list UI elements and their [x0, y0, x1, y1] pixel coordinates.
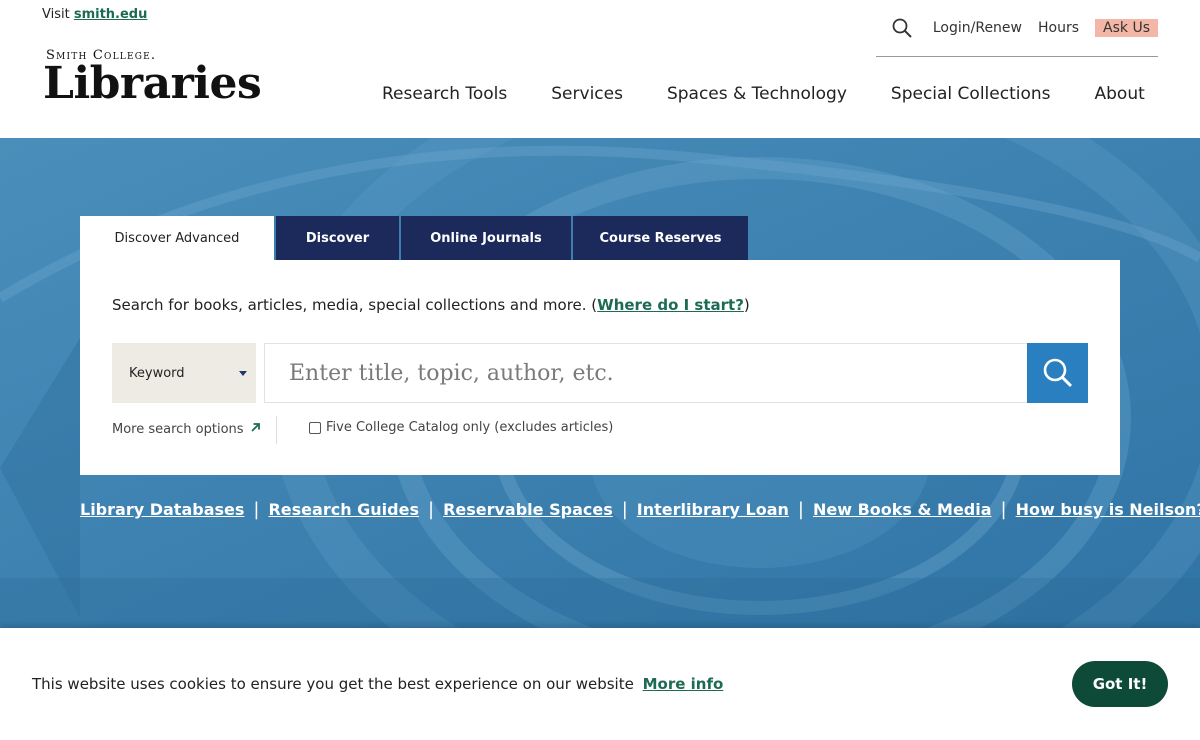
main-nav: Research Tools Services Spaces & Technol… — [382, 84, 1145, 104]
search-intro: Search for books, articles, media, speci… — [112, 296, 750, 314]
quick-links: Library Databases | Research Guides | Re… — [80, 499, 1200, 520]
quick-link-reservable-spaces[interactable]: Reservable Spaces — [443, 500, 613, 519]
tab-discover-advanced[interactable]: Discover Advanced — [80, 216, 274, 260]
utility-nav: Login/Renew Hours Ask Us — [891, 14, 1158, 42]
five-college-option: Five College Catalog only (excludes arti… — [309, 420, 613, 435]
cookie-banner: This website uses cookies to ensure you … — [0, 628, 1200, 740]
smith-edu-link[interactable]: smith.edu — [74, 7, 148, 22]
options-divider — [276, 416, 277, 444]
chevron-down-icon — [239, 371, 247, 376]
cookie-accept-button[interactable]: Got It! — [1072, 661, 1168, 707]
nav-spaces-technology[interactable]: Spaces & Technology — [667, 84, 847, 104]
quick-link-separator: | — [1000, 499, 1007, 520]
search-button[interactable] — [1027, 343, 1088, 403]
search-input[interactable]: Enter title, topic, author, etc. — [264, 343, 1027, 403]
tab-online-journals[interactable]: Online Journals — [399, 216, 571, 260]
visit-line: Visit smith.edu — [42, 7, 147, 22]
search-field-select[interactable]: Keyword — [112, 343, 256, 403]
quick-link-separator: | — [253, 499, 260, 520]
utility-divider — [876, 56, 1158, 57]
search-icon[interactable] — [891, 17, 913, 39]
logo-libraries[interactable]: Libraries — [43, 58, 262, 109]
nav-about[interactable]: About — [1095, 84, 1145, 104]
search-panel: Search for books, articles, media, speci… — [80, 260, 1120, 475]
quick-link-separator: | — [427, 499, 435, 520]
nav-research-tools[interactable]: Research Tools — [382, 84, 507, 104]
search-icon — [1043, 358, 1072, 388]
search-field-value: Keyword — [129, 365, 185, 381]
search-tabs: Discover Advanced Discover Online Journa… — [80, 216, 748, 260]
quick-link-separator: | — [621, 499, 628, 520]
nav-services[interactable]: Services — [551, 84, 623, 104]
quick-link-interlibrary-loan[interactable]: Interlibrary Loan — [637, 500, 789, 519]
search-intro-text: Search for books, articles, media, speci… — [112, 296, 598, 314]
more-search-options-label: More search options — [112, 422, 244, 437]
quick-link-how-busy-neilson[interactable]: How busy is Neilson? — [1016, 500, 1200, 519]
hero-banner: Discover Advanced Discover Online Journa… — [0, 138, 1200, 628]
five-college-checkbox[interactable] — [309, 421, 321, 434]
quick-link-separator: | — [797, 499, 804, 520]
more-search-options-link[interactable]: More search options — [112, 422, 261, 437]
five-college-label[interactable]: Five College Catalog only (excludes arti… — [326, 420, 613, 435]
cookie-more-info-link[interactable]: More info — [643, 675, 724, 693]
hours-link[interactable]: Hours — [1038, 20, 1079, 36]
external-arrow-icon — [250, 422, 261, 437]
quick-link-new-books-media[interactable]: New Books & Media — [813, 500, 992, 519]
tab-course-reserves[interactable]: Course Reserves — [571, 216, 748, 260]
search-intro-close: ) — [743, 296, 750, 314]
cookie-message: This website uses cookies to ensure you … — [32, 675, 723, 693]
login-renew-link[interactable]: Login/Renew — [933, 20, 1022, 36]
ask-us-button[interactable]: Ask Us — [1095, 19, 1158, 37]
site-header: Visit smith.edu Smith College. Libraries… — [0, 0, 1200, 138]
nav-special-collections[interactable]: Special Collections — [891, 84, 1051, 104]
quick-link-research-guides[interactable]: Research Guides — [268, 500, 419, 519]
tab-discover[interactable]: Discover — [274, 216, 399, 260]
where-do-i-start-link[interactable]: Where do I start? — [597, 296, 744, 314]
quick-link-library-databases[interactable]: Library Databases — [80, 500, 244, 519]
cookie-text: This website uses cookies to ensure you … — [32, 675, 634, 693]
visit-prefix: Visit — [42, 7, 70, 22]
